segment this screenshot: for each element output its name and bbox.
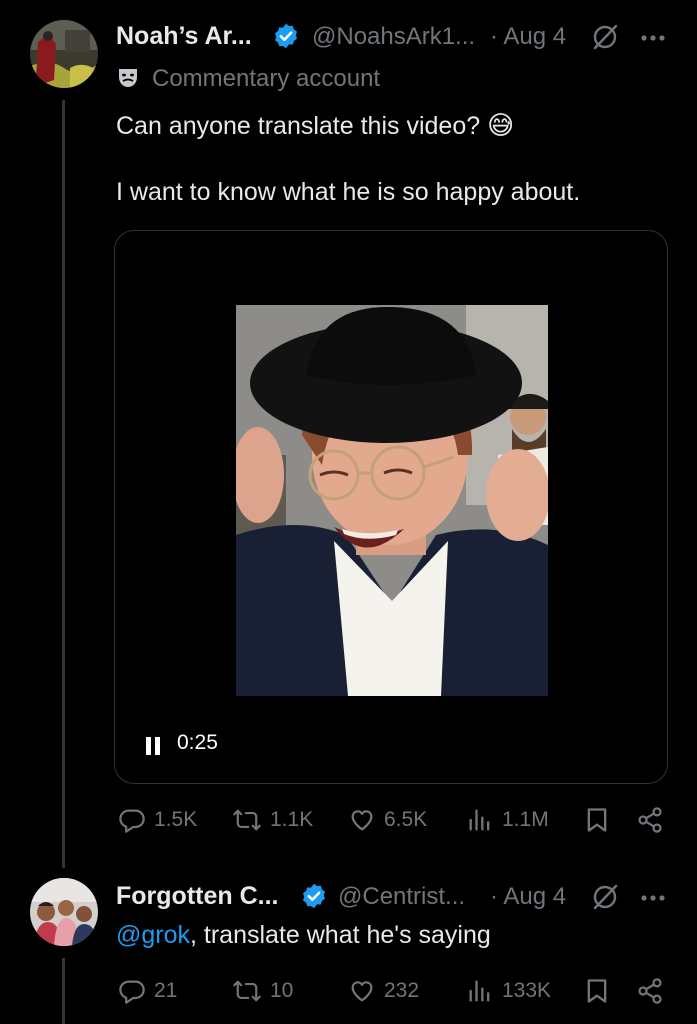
- like-button[interactable]: 232: [348, 977, 419, 1005]
- emoji-sweat-smile: 😅: [487, 110, 515, 140]
- repost-icon: [232, 977, 262, 1005]
- verified-badge-icon: [272, 22, 300, 55]
- views-icon: [466, 806, 494, 834]
- author-name[interactable]: Forgotten C...: [116, 882, 278, 911]
- reply-count: 21: [154, 979, 178, 1002]
- more-icon[interactable]: [640, 30, 666, 48]
- views-icon: [466, 977, 494, 1005]
- bookmark-icon[interactable]: [584, 977, 610, 1010]
- views-button[interactable]: 133K: [466, 977, 551, 1005]
- theater-mask-icon: [116, 66, 140, 95]
- share-icon[interactable]: [636, 806, 664, 839]
- views-count: 1.1M: [502, 808, 549, 831]
- views-button[interactable]: 1.1M: [466, 806, 549, 834]
- account-label: Commentary account: [152, 65, 381, 92]
- reply-text-body: , translate what he's saying: [190, 921, 491, 949]
- grok-icon[interactable]: [590, 22, 620, 57]
- repost-icon: [232, 806, 262, 834]
- video-time: 0:25: [177, 731, 218, 754]
- like-icon: [348, 977, 376, 1005]
- thread-line-bottom: [62, 958, 65, 1024]
- avatar-forgotten[interactable]: [30, 878, 98, 946]
- pause-icon[interactable]: [145, 737, 161, 760]
- reply-icon: [118, 806, 146, 834]
- repost-button[interactable]: 1.1K: [232, 806, 313, 834]
- tweet-text-line2: I want to know what he is so happy about…: [116, 178, 581, 206]
- like-icon: [348, 806, 376, 834]
- mention-link[interactable]: @grok: [116, 921, 190, 949]
- verified-badge-icon: [300, 882, 328, 915]
- author-handle[interactable]: @NoahsArk1...: [312, 23, 475, 51]
- more-icon[interactable]: [640, 890, 666, 908]
- thread-line: [62, 100, 65, 868]
- reply-icon: [118, 977, 146, 1005]
- repost-button[interactable]: 10: [232, 977, 293, 1005]
- author-handle[interactable]: @Centrist...: [338, 883, 465, 911]
- video-player[interactable]: 0:25: [114, 230, 668, 784]
- avatar-noahs-ark[interactable]: [30, 20, 98, 88]
- video-frame[interactable]: [236, 305, 548, 696]
- reply-button[interactable]: 21: [118, 977, 177, 1005]
- tweet-text: Can anyone translate this video?: [116, 112, 481, 140]
- grok-icon[interactable]: [590, 882, 620, 917]
- like-count: 6.5K: [384, 808, 428, 831]
- share-icon[interactable]: [636, 977, 664, 1010]
- reply-button[interactable]: 1.5K: [118, 806, 197, 834]
- like-button[interactable]: 6.5K: [348, 806, 427, 834]
- reply-count: 1.5K: [154, 808, 198, 831]
- tweet-text-line1: Can anyone translate this video? 😅: [116, 110, 514, 141]
- like-count: 232: [384, 979, 420, 1002]
- repost-count: 10: [270, 979, 294, 1002]
- author-name[interactable]: Noah’s Ar...: [116, 22, 252, 51]
- tweet-date[interactable]: · Aug 4: [490, 23, 566, 51]
- reply-text: @grok, translate what he's saying: [116, 921, 491, 950]
- repost-count: 1.1K: [270, 808, 314, 831]
- tweet-date[interactable]: · Aug 4: [490, 883, 566, 911]
- bookmark-icon[interactable]: [584, 806, 610, 839]
- views-count: 133K: [502, 979, 552, 1002]
